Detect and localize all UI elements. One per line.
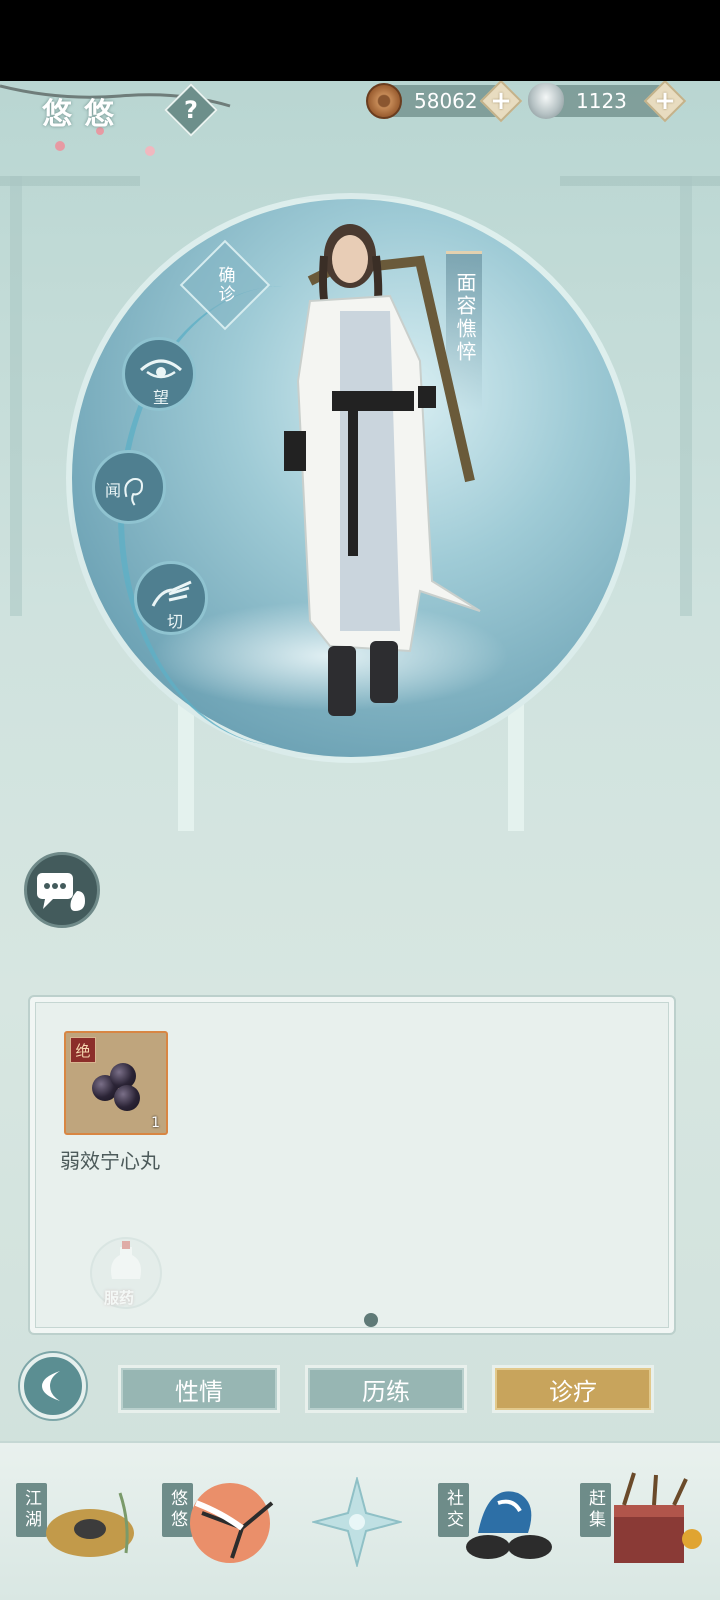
silver-ingot-icon: [528, 83, 564, 119]
tab-experience[interactable]: 历练: [305, 1365, 467, 1413]
gate-beam-right: [560, 176, 720, 186]
nav-jianghu[interactable]: 江湖: [10, 1443, 140, 1600]
straw-hat-icon: [46, 1492, 134, 1557]
nav-youyou[interactable]: 悠悠: [160, 1443, 280, 1600]
item-slot[interactable]: 绝 1: [64, 1031, 168, 1135]
take-medicine-button[interactable]: 服药: [90, 1237, 162, 1309]
status-bar: [0, 0, 720, 81]
silver-currency: 1123 +: [528, 81, 687, 123]
take-medicine-label: 服药: [104, 1289, 135, 1307]
pulse-label: 切: [167, 612, 184, 631]
nav-social[interactable]: 社交: [438, 1443, 568, 1600]
pulse-button[interactable]: 切: [134, 561, 208, 635]
character-figure[interactable]: [270, 201, 490, 741]
tab-treatment[interactable]: 诊疗: [492, 1365, 654, 1413]
player-name: 悠悠: [42, 97, 126, 132]
item-panel: 绝 1 弱效宁心丸 服药: [28, 995, 676, 1335]
medicine-bottle-icon: [111, 1241, 141, 1279]
crane-sun-icon: [190, 1483, 274, 1563]
copper-coin-icon: [366, 83, 402, 119]
player-name-area: 悠悠 ?: [0, 81, 231, 156]
item-grade-badge: 绝: [70, 1037, 96, 1063]
copper-amount: 58062: [414, 89, 478, 113]
add-silver-button[interactable]: +: [643, 81, 687, 123]
look-button[interactable]: 望: [122, 337, 196, 411]
add-copper-button[interactable]: +: [479, 81, 523, 123]
confirm-diagnosis-label: 确诊: [214, 266, 235, 304]
gate-post-left: [10, 176, 22, 616]
chat-button[interactable]: [24, 852, 100, 928]
nav-market[interactable]: 赶集: [580, 1443, 720, 1600]
ear-icon: [124, 477, 143, 506]
goods-box-icon: [614, 1472, 702, 1563]
back-button[interactable]: [20, 1353, 86, 1419]
chat-bubble-icon: [37, 873, 85, 911]
listen-label: 闻: [105, 481, 122, 500]
back-arrow-icon: [42, 1371, 60, 1401]
eye-icon: [139, 359, 183, 379]
nav-center[interactable]: [308, 1443, 408, 1600]
tab-temperament[interactable]: 性情: [118, 1365, 280, 1413]
hand-icon: [151, 580, 192, 607]
help-label: ?: [184, 96, 198, 124]
game-scene: 悠悠 ? 58062 + 1123 + 确诊 望 闻 切 面容憔悴 绝 1 弱效…: [0, 81, 720, 1600]
pill-icon: [114, 1085, 140, 1111]
wave-cups-icon: [466, 1491, 552, 1559]
gate-post-right: [680, 176, 692, 616]
page-indicator-dot: [364, 1313, 378, 1327]
copper-currency: 58062 +: [366, 81, 523, 123]
bottom-nav: 江湖 悠悠 社交 赶集: [0, 1441, 720, 1600]
silver-amount: 1123: [576, 89, 627, 113]
item-name: 弱效宁心丸: [60, 1149, 160, 1173]
look-label: 望: [153, 388, 170, 407]
listen-button[interactable]: 闻: [92, 450, 166, 524]
star-emblem-icon: [312, 1477, 402, 1567]
item-count: 1: [151, 1115, 160, 1131]
